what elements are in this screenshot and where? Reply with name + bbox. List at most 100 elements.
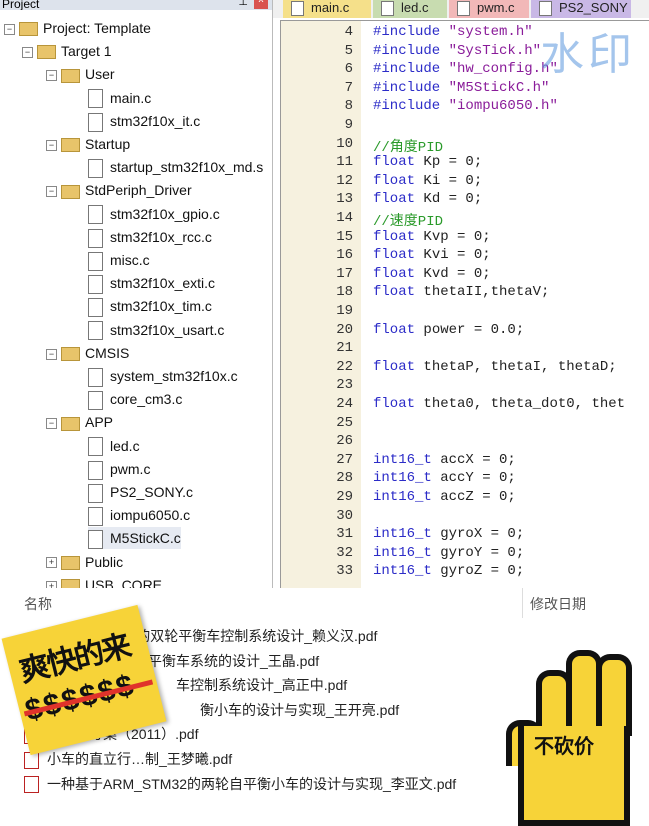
line-number: 31: [336, 526, 353, 543]
file-name: 小车的直立行…制_王梦曦.pdf: [47, 751, 233, 767]
line-number: 16: [336, 247, 353, 264]
collapse-icon[interactable]: −: [46, 139, 57, 151]
code-line: float Kd = 0;: [373, 191, 483, 208]
code-line: float Kvd = 0;: [373, 265, 491, 282]
line-number: 21: [336, 340, 353, 357]
code-line: int16_t accX = 0;: [373, 451, 516, 468]
file-icon: [88, 483, 103, 503]
file-name: 平衡车系统的设计_王晶.pdf: [148, 652, 320, 669]
tree-item-file[interactable]: startup_stm32f10x_md.s: [88, 156, 263, 178]
line-number: 4: [344, 24, 353, 40]
tree-item-file[interactable]: stm32f10x_it.c: [88, 110, 200, 132]
column-header-date[interactable]: 修改日期: [530, 594, 586, 614]
tree-item-folder[interactable]: − CMSIS: [46, 342, 129, 364]
file-icon: [88, 506, 103, 526]
file-icon: [88, 112, 103, 132]
file-icon: [88, 460, 103, 480]
column-header-name[interactable]: 名称: [24, 594, 52, 614]
tree-item-file[interactable]: stm32f10x_tim.c: [88, 295, 212, 318]
tree-item-file[interactable]: core_cm3.c: [88, 388, 182, 410]
hand-sticker: 不砍价: [506, 630, 640, 826]
tree-item-file[interactable]: stm32f10x_gpio.c: [88, 203, 220, 225]
tab-pwm-c[interactable]: pwm.c: [449, 0, 529, 18]
collapse-icon[interactable]: −: [46, 418, 57, 430]
tree-item-project[interactable]: − Project: Template: [4, 17, 151, 39]
code-line: float power = 0.0;: [373, 321, 525, 338]
tree-item-file[interactable]: stm32f10x_usart.c: [88, 319, 224, 341]
file-icon: [88, 390, 103, 410]
collapse-icon[interactable]: −: [46, 70, 57, 82]
tree-item-file[interactable]: M5StickC.c: [88, 527, 181, 550]
code-line: float Kvp = 0;: [373, 228, 491, 245]
collapse-icon[interactable]: −: [46, 348, 57, 360]
tree-item-folder[interactable]: + Public: [46, 551, 123, 573]
tree-item-label: iompu6050.c: [110, 507, 191, 524]
tree-item-label: main.c: [110, 89, 152, 106]
tree-item-file[interactable]: PS2_SONY.c: [88, 481, 193, 503]
code-line: float Kp = 0;: [373, 154, 483, 171]
file-name: 衡小车的设计与实现_王开亮.pdf: [200, 701, 400, 718]
tree-item-folder[interactable]: − Startup: [46, 133, 130, 155]
line-number: 28: [336, 470, 353, 487]
file-row[interactable]: 车控制系统设计_高正中.pdf: [176, 675, 347, 695]
tab-main-c[interactable]: main.c: [283, 0, 371, 18]
tree-item-label: system_stm32f10x.c: [110, 368, 238, 384]
line-number: 19: [336, 303, 353, 319]
file-icon: [88, 321, 103, 341]
tree-item-folder[interactable]: − StdPeriph_Driver: [46, 179, 192, 201]
code-editor[interactable]: 4 5 6 7 8 9 10 11 12 13 14 15 16 17 18 19 20 21 22 23 24 25 26…: [280, 20, 649, 589]
tab-ps2-sony[interactable]: PS2_SONY: [531, 0, 631, 18]
collapse-icon[interactable]: −: [4, 23, 15, 35]
tree-item-folder[interactable]: − APP: [46, 411, 113, 433]
expand-icon[interactable]: +: [46, 557, 57, 569]
line-number: 25: [336, 414, 353, 431]
tab-led-c[interactable]: led.c: [373, 0, 447, 18]
line-number: 22: [336, 358, 353, 375]
tree-item-file[interactable]: misc.c: [88, 249, 150, 271]
tree-item-label: core_cm3.c: [110, 391, 183, 408]
close-icon[interactable]: x: [254, 0, 268, 9]
file-row[interactable]: 衡小车的设计与实现_王开亮.pdf: [200, 700, 399, 720]
file-icon: [88, 228, 103, 248]
file-row[interactable]: 一种基于ARM_STM32的两轮自平衡小车的设计与实现_李亚文.pdf: [24, 774, 456, 794]
tree-item-file[interactable]: pwm.c: [88, 458, 150, 480]
folder-icon: [61, 555, 80, 570]
code-line: #include "iompu6050.h": [373, 98, 558, 115]
file-row[interactable]: 小车的直立行…制_王梦曦.pdf: [24, 749, 232, 769]
tree-item-label: led.c: [110, 437, 140, 454]
file-icon: [88, 437, 103, 457]
line-number: 13: [336, 191, 353, 208]
folder-icon: [61, 347, 80, 362]
line-number: 20: [336, 321, 353, 338]
file-icon: [88, 530, 103, 550]
tree-item-label: M5StickC.c: [110, 530, 181, 547]
tree-item-label: Project: Template: [43, 20, 151, 36]
tree-item-file[interactable]: iompu6050.c: [88, 504, 190, 526]
folder-icon: [61, 68, 80, 83]
tree-item-label: stm32f10x_usart.c: [110, 321, 225, 338]
line-number: 8: [344, 98, 353, 115]
pin-icon[interactable]: ⊥: [238, 0, 248, 8]
tree-item-file[interactable]: system_stm32f10x.c: [88, 365, 238, 387]
line-number: 32: [336, 544, 353, 561]
folder-icon: [61, 184, 80, 199]
line-number: 18: [336, 284, 353, 301]
tree-item-file[interactable]: stm32f10x_exti.c: [88, 272, 215, 294]
file-icon: [88, 367, 103, 387]
file-icon: [88, 89, 103, 109]
tree-item-file[interactable]: main.c: [88, 87, 151, 109]
tree-item-file[interactable]: stm32f10x_rcc.c: [88, 226, 212, 248]
collapse-icon[interactable]: −: [22, 46, 33, 58]
panel-title: Project: [2, 0, 40, 10]
line-number: 7: [344, 79, 353, 96]
tree-item-file[interactable]: led.c: [88, 435, 140, 457]
tree-item-folder[interactable]: − User: [46, 63, 115, 85]
tree-item-target[interactable]: − Target 1: [22, 40, 112, 62]
file-icon: [88, 158, 103, 178]
code-line: #include "system.h": [373, 24, 533, 40]
tree-item-label: APP: [85, 414, 114, 431]
collapse-icon[interactable]: −: [46, 186, 57, 198]
line-number: 26: [336, 433, 353, 450]
tree-item-label: stm32f10x_exti.c: [110, 275, 216, 292]
file-row[interactable]: 平衡车系统的设计_王晶.pdf: [148, 651, 319, 671]
